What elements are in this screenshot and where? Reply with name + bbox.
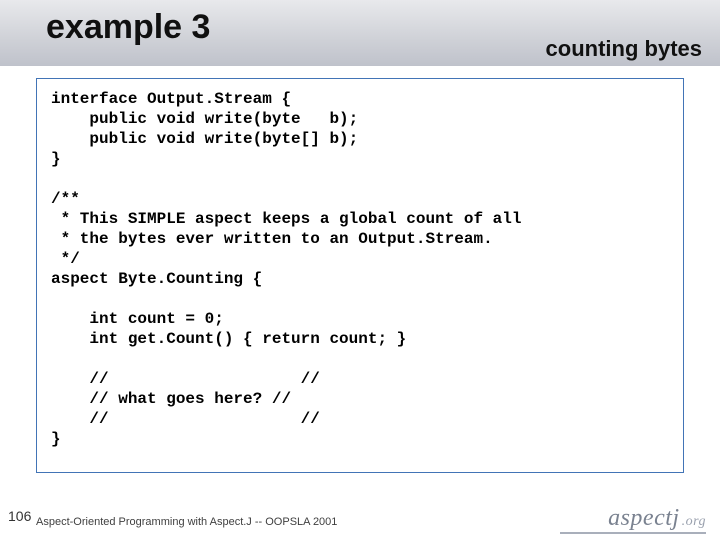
code-listing: interface Output.Stream { public void wr… bbox=[51, 89, 669, 449]
logo-suffix: .org bbox=[682, 514, 706, 529]
code-box: interface Output.Stream { public void wr… bbox=[36, 78, 684, 473]
footer-text: Aspect-Oriented Programming with Aspect.… bbox=[36, 516, 337, 528]
slide: example 3 counting bytes interface Outpu… bbox=[0, 0, 720, 540]
slide-subtitle: counting bytes bbox=[546, 36, 702, 62]
aspectj-logo: aspectj.org bbox=[608, 505, 706, 532]
logo-main: aspectj bbox=[608, 505, 679, 531]
logo-underline bbox=[560, 532, 706, 534]
page-number: 106 bbox=[8, 508, 31, 524]
slide-title: example 3 bbox=[46, 8, 210, 47]
